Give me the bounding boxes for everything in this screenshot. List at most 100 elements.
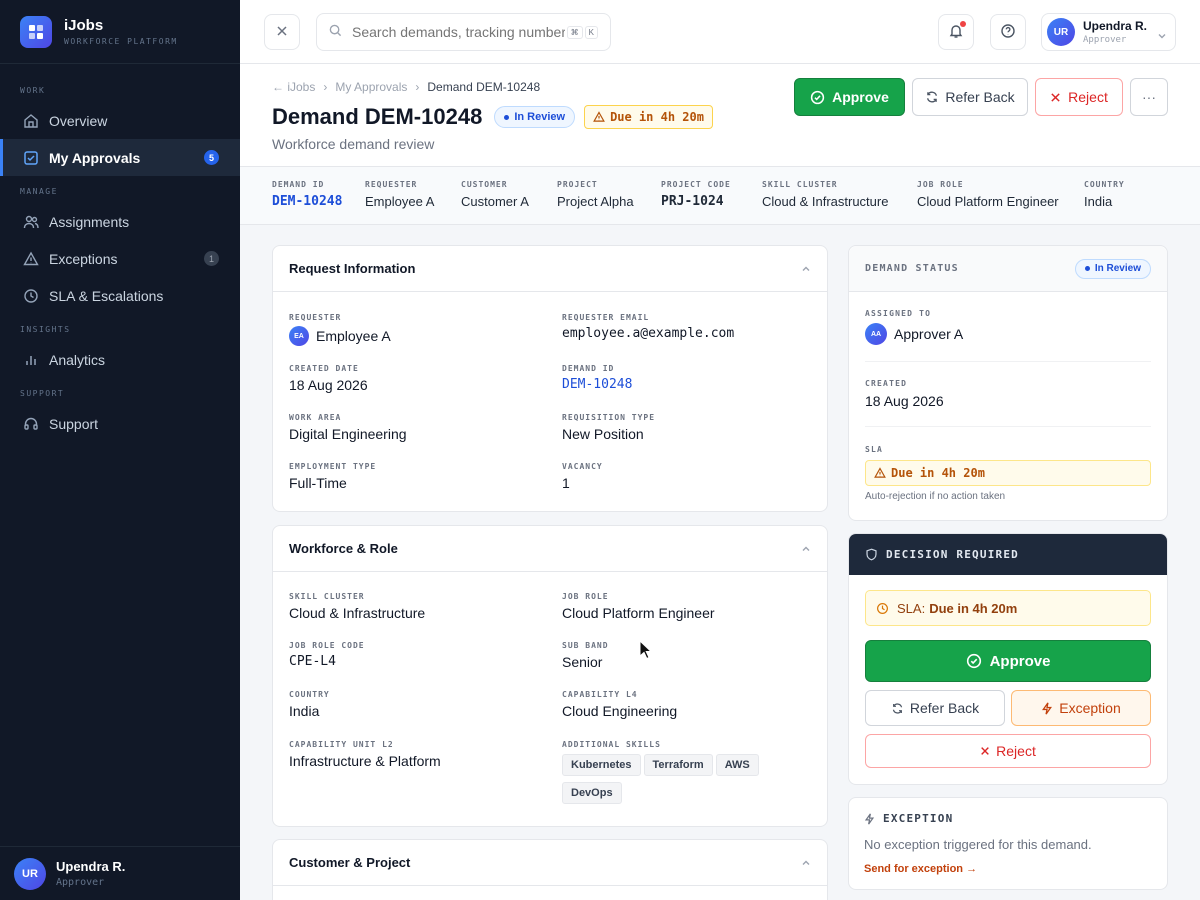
search-input[interactable] — [352, 24, 565, 40]
avatar: AA — [865, 323, 887, 345]
field-job-role: JOB ROLE Cloud Platform Engineer — [562, 592, 715, 621]
card-title: Workforce & Role — [289, 541, 398, 556]
card-header[interactable]: Customer & Project — [273, 840, 827, 886]
bar-chart-icon — [22, 351, 40, 369]
card-title: DEMAND STATUS — [865, 263, 959, 274]
sidebar-user-role: Approver — [56, 877, 105, 888]
exception-text: No exception triggered for this demand. — [864, 837, 1092, 852]
sidebar-item-analytics[interactable]: Analytics — [0, 341, 240, 378]
demand-id-link[interactable]: DEM-10248 — [562, 377, 632, 392]
sidebar-item-exceptions[interactable]: Exceptions 1 — [0, 240, 240, 277]
user-role: Approver — [1083, 35, 1127, 45]
sidebar-item-sla-escalations[interactable]: SLA & Escalations — [0, 277, 240, 314]
field-work-area: WORK AREA Digital Engineering — [289, 413, 407, 442]
clock-icon — [876, 602, 889, 615]
more-icon: ··· — [1142, 89, 1156, 105]
skill-tag: AWS — [715, 754, 759, 776]
sidebar-item-label: Exceptions — [49, 250, 118, 267]
skill-tag: Kubernetes — [562, 754, 641, 776]
sidebar-item-label: SLA & Escalations — [49, 287, 164, 304]
warning-icon — [22, 250, 40, 268]
x-icon — [980, 746, 990, 756]
reject-button[interactable]: Reject — [1035, 78, 1123, 116]
help-button[interactable] — [990, 14, 1026, 50]
decision-card: DECISION REQUIRED SLA: Due in 4h 20m Appr… — [848, 533, 1168, 785]
search-icon — [329, 24, 342, 40]
field-employment-type: EMPLOYMENT TYPE Full-Time — [289, 462, 377, 491]
demand-meta-strip: DEMAND ID DEM-10248 REQUESTER Employee A… — [240, 167, 1200, 225]
breadcrumb-current: Demand DEM-10248 — [427, 80, 541, 94]
card-header[interactable]: Workforce & Role — [273, 526, 827, 572]
notifications-button[interactable] — [938, 14, 974, 50]
refer-back-button[interactable]: Refer Back — [912, 78, 1028, 116]
send-for-exception-link[interactable]: Send for exception → — [864, 863, 977, 875]
sidebar-item-my-approvals[interactable]: My Approvals 5 — [0, 139, 240, 176]
card-title: Customer & Project — [289, 855, 411, 870]
created-date: CREATED 18 Aug 2026 — [865, 379, 944, 409]
chevron-up-icon[interactable] — [801, 855, 811, 871]
breadcrumb-back-link[interactable]: ← iJobs — [272, 80, 315, 94]
page-header: ← iJobs › My Approvals › Demand DEM-1024… — [240, 64, 1200, 167]
sidebar-user[interactable]: UR Upendra R. Approver — [0, 846, 240, 900]
chevron-up-icon[interactable] — [801, 261, 811, 277]
close-button[interactable] — [264, 14, 300, 50]
demand-id-link[interactable]: DEM-10248 — [272, 194, 342, 209]
field-country: COUNTRY India — [289, 690, 330, 719]
skill-tag: DevOps — [562, 782, 622, 804]
card-header[interactable]: Request Information — [273, 246, 827, 292]
sidebar-item-assignments[interactable]: Assignments — [0, 203, 240, 240]
breadcrumb-separator: › — [323, 80, 328, 94]
sidebar-item-label: Assignments — [49, 213, 130, 230]
breadcrumb-my-approvals[interactable]: My Approvals — [335, 80, 407, 94]
field-requester-email: REQUESTER EMAIL employee.a@example.com — [562, 313, 735, 341]
meta-skill-cluster: SKILL CLUSTER Cloud & Infrastructure — [762, 180, 889, 209]
shield-icon — [865, 548, 878, 561]
brand: iJobs WORKFORCE PLATFORM — [0, 0, 240, 64]
field-capability-l4: CAPABILITY L4 Cloud Engineering — [562, 690, 678, 719]
exceptions-count-badge: 1 — [204, 251, 219, 266]
chevron-down-icon — [1157, 28, 1167, 44]
field-vacancy: VACANCY 1 — [562, 462, 603, 491]
meta-project-code: PROJECT CODE PRJ-1024 — [661, 180, 731, 209]
lightning-icon — [1041, 702, 1053, 715]
warning-icon — [593, 111, 605, 123]
app-logo-icon[interactable] — [20, 15, 52, 48]
chevron-up-icon[interactable] — [801, 541, 811, 557]
sidebar-item-support[interactable]: Support — [0, 405, 240, 442]
field-demand-id: DEMAND ID DEM-10248 — [562, 364, 633, 392]
checkbox-icon — [22, 149, 40, 167]
sidebar-item-overview[interactable]: Overview — [0, 102, 240, 139]
breadcrumb: ← iJobs › My Approvals › Demand DEM-1024… — [272, 80, 540, 94]
sla-banner: SLA: Due in 4h 20m — [865, 590, 1151, 626]
field-capability-unit-l2: CAPABILITY UNIT L2 Infrastructure & Plat… — [289, 740, 441, 769]
headset-icon — [22, 415, 40, 433]
decision-refer-back-button[interactable]: Refer Back — [865, 690, 1005, 726]
sidebar-item-label: Support — [49, 415, 99, 432]
exception-title: EXCEPTION — [883, 812, 954, 825]
assigned-to: ASSIGNED TO AA Approver A — [865, 309, 963, 345]
search-box[interactable]: ⌘ K — [316, 13, 611, 51]
nav-section-work: WORK — [20, 85, 46, 95]
meta-customer: CUSTOMER Customer A — [461, 180, 529, 209]
card-title: Request Information — [289, 261, 416, 276]
user-menu[interactable]: UR Upendra R. Approver — [1041, 13, 1176, 51]
approve-button[interactable]: Approve — [794, 78, 905, 116]
decision-exception-button[interactable]: Exception — [1011, 690, 1151, 726]
check-circle-icon — [810, 90, 825, 105]
shortcut-key: ⌘ — [566, 25, 583, 39]
meta-job-role: JOB ROLE Cloud Platform Engineer — [917, 180, 1059, 209]
meta-requester: REQUESTER Employee A — [365, 180, 435, 209]
decision-approve-button[interactable]: Approve — [865, 640, 1151, 682]
more-options-button[interactable]: ··· — [1130, 78, 1168, 116]
shortcut-key: K — [584, 25, 598, 39]
sidebar: iJobs WORKFORCE PLATFORM WORK Overview M… — [0, 0, 240, 900]
check-circle-icon — [966, 653, 982, 669]
sla-due-badge: Due in 4h 20m — [865, 460, 1151, 486]
sidebar-item-label: Analytics — [49, 351, 106, 368]
decision-reject-button[interactable]: Reject — [865, 734, 1151, 768]
nav-section-insights: INSIGHTS — [20, 324, 71, 334]
sidebar-user-name: Upendra R. — [56, 859, 126, 874]
nav-section-support: SUPPORT — [20, 388, 65, 398]
avatar: UR — [14, 857, 46, 890]
field-requester: REQUESTER EA Employee A — [289, 313, 391, 346]
